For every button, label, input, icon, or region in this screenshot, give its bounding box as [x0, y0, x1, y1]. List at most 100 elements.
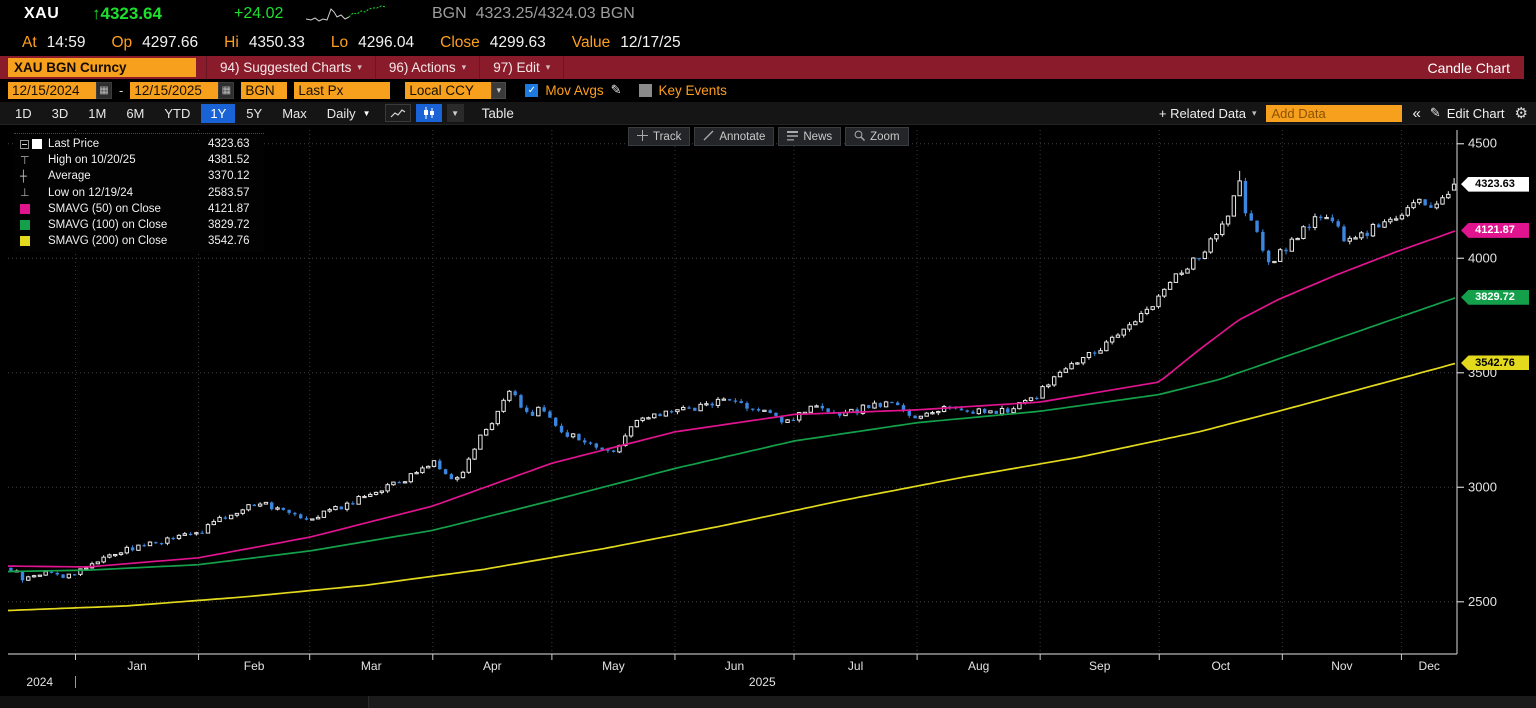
range-button-5y[interactable]: 5Y: [237, 104, 271, 123]
pencil-icon: ✎: [1429, 105, 1441, 121]
range-button-max[interactable]: Max: [273, 104, 316, 123]
stat-value: 4297.66: [142, 34, 199, 51]
menu-item-edit[interactable]: 97) Edit ▾: [480, 56, 565, 79]
collapse-box-icon[interactable]: [20, 139, 29, 149]
stat-value: 4350.33: [248, 34, 305, 51]
svg-text:Feb: Feb: [244, 659, 265, 673]
svg-text:2024: 2024: [26, 675, 53, 689]
svg-text:4500: 4500: [1468, 136, 1497, 151]
legend-value: 2583.57: [208, 186, 250, 199]
edit-chart-button[interactable]: ✎ Edit Chart: [1430, 106, 1505, 121]
collapse-panel-icon[interactable]: «: [1412, 105, 1420, 122]
svg-text:Mar: Mar: [361, 659, 382, 673]
chevron-down-icon[interactable]: ▾: [491, 82, 507, 99]
range-button-6m[interactable]: 6M: [117, 104, 153, 123]
news-tool-label: News: [803, 130, 833, 143]
legend-label: SMAVG (50) on Close: [48, 202, 161, 215]
period-dropdown[interactable]: Daily ▼: [318, 104, 380, 123]
price-field-selector[interactable]: [294, 82, 391, 99]
line-chart-icon: [390, 108, 405, 117]
range-button-ytd[interactable]: YTD: [155, 104, 199, 123]
calendar-icon[interactable]: ▦: [218, 82, 235, 99]
legend-row-2[interactable]: ┼ Average 3370.12: [18, 168, 260, 184]
legend-row-5[interactable]: SMAVG (100) on Close 3829.72: [18, 217, 260, 233]
legend-row-4[interactable]: SMAVG (50) on Close 4121.87: [18, 201, 260, 217]
legend-marker: [18, 203, 48, 214]
chart-tools-bar: Track Annotate News Zoom: [628, 127, 909, 146]
svg-text:Dec: Dec: [1419, 659, 1440, 673]
legend-label: SMAVG (100) on Close: [48, 219, 168, 232]
legend-label: High on 10/20/25: [48, 154, 136, 167]
track-tool-button[interactable]: Track: [628, 127, 691, 146]
add-data-input[interactable]: [1266, 104, 1403, 122]
legend-row-6[interactable]: SMAVG (200) on Close 3542.76: [18, 233, 260, 249]
function-menubar: XAU BGN Curncy 94) Suggested Charts ▾ 96) …: [0, 56, 1524, 79]
mov-avgs-checkbox[interactable]: ✓: [525, 84, 539, 97]
legend-row-1[interactable]: ⊤ High on 10/20/25 4381.52: [18, 152, 260, 168]
svg-text:4000: 4000: [1468, 250, 1497, 265]
edit-mov-avgs-pencil-icon[interactable]: ✎: [611, 83, 622, 98]
legend-marker: ⊤: [20, 153, 30, 167]
annotate-tool-label: Annotate: [719, 130, 766, 143]
currency-selector[interactable]: [405, 82, 492, 99]
price-source-field[interactable]: [241, 82, 288, 99]
legend-marker: ⊥: [20, 186, 30, 200]
menu-item-suggested-charts[interactable]: 94) Suggested Charts ▾: [206, 56, 376, 79]
related-data-button[interactable]: + Related Data ▾: [1159, 106, 1257, 121]
table-button[interactable]: Table: [482, 106, 514, 121]
annotate-tool-button[interactable]: Annotate: [694, 127, 775, 146]
stat-value: 4296.04: [358, 34, 415, 51]
legend-marker: ┼: [20, 169, 27, 183]
date-from-field[interactable]: [8, 82, 96, 99]
security-field[interactable]: XAU BGN Curncy: [8, 58, 196, 77]
last-price-with-arrow: ↑4323.64: [92, 4, 162, 23]
stat-value: 14:59: [46, 34, 86, 51]
sma100-axis-label: 3829.72: [1461, 289, 1529, 305]
candle-chart-type-button[interactable]: [415, 104, 442, 122]
range-button-1m[interactable]: 1M: [79, 104, 115, 123]
svg-text:2025: 2025: [749, 675, 776, 689]
news-tool-button[interactable]: News: [778, 127, 842, 146]
chevron-down-icon: ▾: [461, 62, 467, 72]
zoom-tool-button[interactable]: Zoom: [845, 127, 909, 146]
svg-text:Jun: Jun: [725, 659, 744, 673]
date-to-field[interactable]: [130, 82, 219, 99]
intraday-sparkline: [306, 5, 387, 22]
stat-label: Lo: [330, 34, 349, 51]
legend-row-0[interactable]: Last Price 4323.63: [18, 136, 260, 152]
stat-hi: Hi 4350.33: [224, 34, 305, 52]
legend-swatch: [20, 220, 30, 231]
track-icon: [637, 129, 648, 144]
legend-value: 3370.12: [208, 170, 250, 183]
range-button-3d[interactable]: 3D: [43, 104, 78, 123]
menu-item-actions[interactable]: 96) Actions ▾: [376, 56, 481, 79]
chart-settings-row: ▦ - ▦ ▾ ✓ Mov Avgs ✎ Key Events: [0, 79, 1536, 102]
legend-marker: [18, 236, 48, 247]
stat-label: Value: [571, 34, 611, 51]
stat-op: Op 4297.66: [111, 34, 198, 52]
chart-type-label: Candle Chart: [1427, 59, 1511, 76]
svg-text:2500: 2500: [1468, 594, 1497, 609]
line-chart-type-button[interactable]: [384, 104, 411, 122]
track-tool-label: Track: [653, 130, 682, 143]
svg-text:Jul: Jul: [848, 659, 863, 673]
zoom-tool-label: Zoom: [870, 130, 900, 143]
range-button-1d[interactable]: 1D: [6, 104, 41, 123]
svg-text:May: May: [602, 659, 625, 673]
legend-swatch: [20, 236, 30, 247]
stat-label: Op: [111, 34, 133, 51]
chart-type-dropdown[interactable]: ▼: [446, 104, 464, 122]
annotate-icon: [703, 130, 714, 144]
legend-swatch: [20, 203, 30, 214]
legend-row-3[interactable]: ⊥ Low on 12/19/24 2583.57: [18, 185, 260, 201]
chevron-down-icon: ▾: [545, 62, 551, 72]
svg-text:Jan: Jan: [127, 659, 146, 673]
gear-icon[interactable]: ⚙: [1515, 104, 1528, 122]
minus-glyph: [22, 143, 27, 145]
svg-text:Apr: Apr: [483, 659, 502, 673]
range-button-1y[interactable]: 1Y: [201, 103, 236, 123]
stat-value: 4299.63: [489, 34, 546, 51]
key-events-checkbox[interactable]: [638, 84, 652, 97]
calendar-icon[interactable]: ▦: [96, 82, 112, 99]
stat-label: Close: [440, 34, 480, 51]
